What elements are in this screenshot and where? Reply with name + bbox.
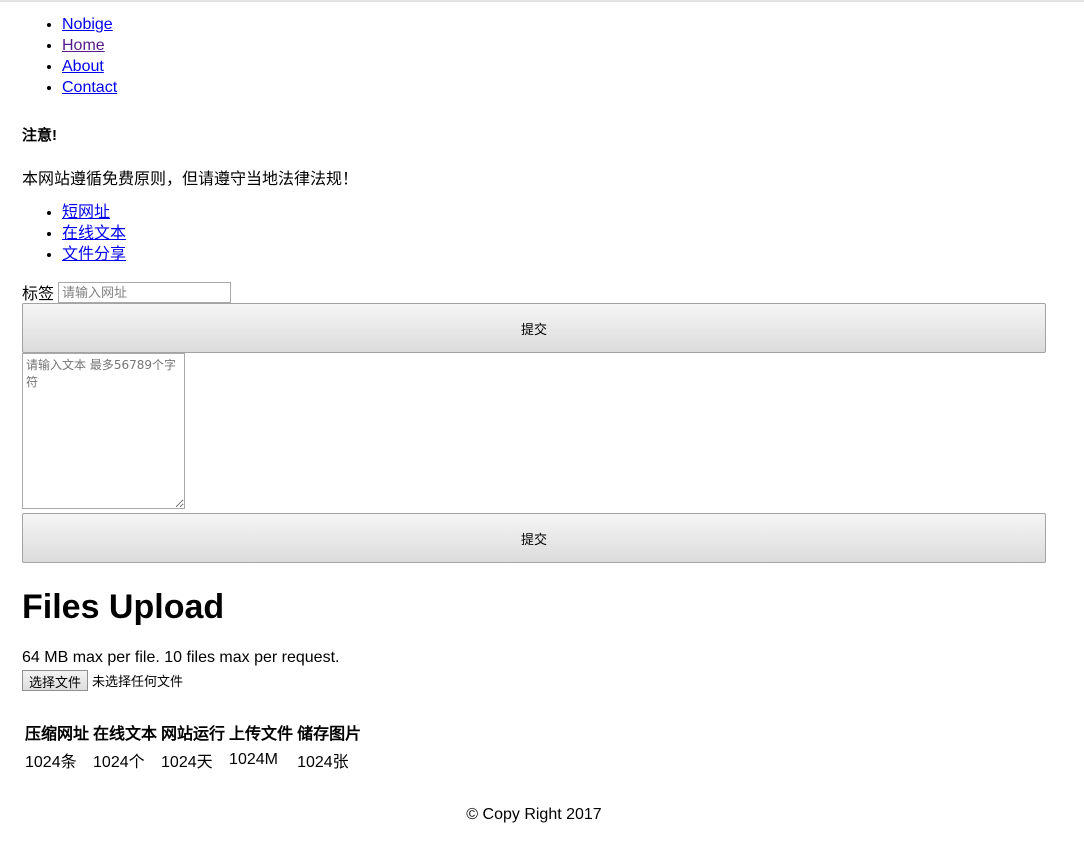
notice-text: 本网站遵循免费原则，但请遵守当地法律法规！ — [22, 171, 359, 188]
tool-link-fileshare[interactable]: 文件分享 — [62, 246, 126, 263]
url-input[interactable] — [58, 281, 232, 303]
stats-table: 压缩网址 在线文本 网站运行 上传文件 储存图片 1024条 1024个 102… — [22, 717, 364, 775]
text-input[interactable] — [22, 353, 185, 509]
tool-link-shorturl[interactable]: 短网址 — [62, 204, 110, 221]
nav-item-nobige: Nobige — [62, 14, 117, 35]
stats-header-row: 压缩网址 在线文本 网站运行 上传文件 储存图片 — [24, 719, 362, 745]
nav-link-home[interactable]: Home — [62, 37, 105, 54]
stats-value-cell: 1024张 — [297, 754, 349, 771]
stats-header-cell: 在线文本 — [93, 726, 158, 743]
stats-header-cell: 储存图片 — [297, 726, 362, 743]
footer-copyright: © Copy Right 2017 — [466, 806, 602, 823]
tag-label: 标签 — [22, 286, 55, 303]
file-status-text: 未选择任何文件 — [92, 674, 184, 689]
stats-value-row: 1024条 1024个 1024天 1024M 1024张 — [24, 747, 362, 773]
stats-value-cell: 1024个 — [93, 754, 145, 771]
tool-item-text: 在线文本 — [62, 223, 126, 244]
upload-limit-text: 64 MB max per file. 10 files max per req… — [22, 649, 340, 666]
tools-nav: 短网址 在线文本 文件分享 — [22, 202, 126, 265]
choose-file-button[interactable]: 选择文件 — [22, 670, 89, 691]
shorturl-form: 标签 — [22, 281, 232, 303]
top-nav: Nobige Home About Contact — [22, 14, 117, 98]
nav-link-contact[interactable]: Contact — [62, 79, 117, 96]
nav-item-contact: Contact — [62, 77, 117, 98]
upload-title: Files Upload — [22, 588, 225, 626]
notice-title: 注意! — [22, 127, 57, 144]
stats-value-cell: 1024天 — [161, 754, 213, 771]
file-picker: 选择文件 未选择任何文件 — [22, 670, 183, 691]
stats-header-cell: 压缩网址 — [25, 726, 90, 743]
tool-item-shorturl: 短网址 — [62, 202, 126, 223]
nav-link-nobige[interactable]: Nobige — [62, 16, 113, 33]
text-submit-button[interactable]: 提交 — [22, 513, 1046, 563]
nav-item-about: About — [62, 56, 117, 77]
stats-value-cell: 1024条 — [25, 754, 77, 771]
tool-item-fileshare: 文件分享 — [62, 244, 126, 265]
stats-header-cell: 上传文件 — [229, 726, 294, 743]
nav-link-about[interactable]: About — [62, 58, 104, 75]
stats-header-cell: 网站运行 — [161, 726, 226, 743]
stats-value-cell: 1024M — [229, 751, 278, 768]
shorturl-submit-button[interactable]: 提交 — [22, 303, 1046, 353]
tool-link-text[interactable]: 在线文本 — [62, 225, 126, 242]
nav-item-home: Home — [62, 35, 117, 56]
